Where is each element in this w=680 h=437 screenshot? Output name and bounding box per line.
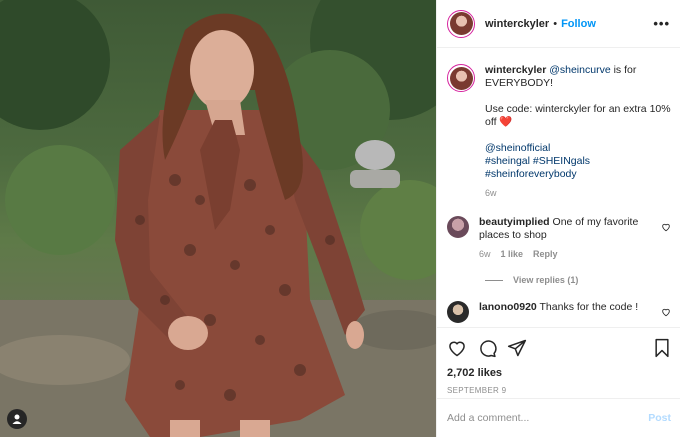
ellipsis-icon[interactable]: ••• [653,16,670,31]
comment-like-icon[interactable] [661,222,671,232]
caption-time[interactable]: 6w [485,187,497,200]
add-comment-bar: Post [437,398,680,437]
header-username[interactable]: winterckyler [485,18,549,30]
reply-button[interactable]: Reply [533,248,558,261]
tagged-user-icon[interactable] [7,409,27,429]
comment-item: beautyimplied One of my favorite places … [447,216,671,261]
action-icons [447,336,671,360]
comment-time[interactable]: 6w [479,248,491,261]
comment-username[interactable]: beautyimplied [479,216,550,228]
comment-text: Thanks for the code ! [536,301,639,313]
post-sidebar: winterckyler • Follow ••• winterckyler @… [436,0,680,437]
comment-body: lanono0920 Thanks for the code ! [479,301,649,314]
comment-likes[interactable]: 1 like [501,248,524,261]
view-replies-label[interactable]: View replies (1) [513,275,578,285]
comment-like-icon[interactable] [661,307,671,317]
comments-section: winterckyler @sheincurve is for EVERYBOD… [437,56,680,326]
comment-username[interactable]: lanono0920 [479,301,537,313]
share-icon[interactable] [507,338,527,358]
separator-dot: • [553,17,558,30]
commenter-avatar[interactable] [447,301,469,323]
caption-meta: 6w [485,187,671,200]
caption-hashtags-2[interactable]: #sheinforeverybody [485,168,577,180]
bookmark-icon[interactable] [653,338,671,358]
caption-hashtags-1[interactable]: #sheingal #SHEINgals [485,155,590,167]
avatar[interactable] [447,9,475,38]
commenter-avatar[interactable] [447,216,469,238]
person-icon [12,414,22,424]
comment-input[interactable] [447,412,649,424]
comment-item: lanono0920 Thanks for the code ! [447,301,671,323]
likes-count[interactable]: 2,702 likes [447,367,671,379]
caption-avatar[interactable] [447,64,475,92]
like-icon[interactable] [447,338,467,358]
view-replies-button[interactable]: View replies (1) [485,275,671,285]
heart-emoji: ❤️ [499,116,513,128]
caption: winterckyler @sheincurve is for EVERYBOD… [447,64,671,200]
comment-body: beautyimplied One of my favorite places … [479,216,649,261]
post-photo[interactable] [0,0,436,437]
caption-code-text: Use code: winterckyler for an extra 10% … [485,103,671,128]
post-button[interactable]: Post [648,412,671,424]
replies-divider [485,279,503,281]
comment-icon[interactable] [477,338,497,358]
caption-username[interactable]: winterckyler [485,64,546,76]
follow-button[interactable]: Follow [561,18,596,30]
photo-illustration [0,0,436,437]
caption-mention[interactable]: @sheincurve [549,64,610,76]
caption-body: winterckyler @sheincurve is for EVERYBOD… [485,64,671,200]
post-header: winterckyler • Follow ••• [437,0,680,48]
caption-tag-sheinofficial[interactable]: @sheinofficial [485,142,550,154]
post-date[interactable]: SEPTEMBER 9 [447,386,671,395]
post-actions: 2,702 likes SEPTEMBER 9 [437,327,680,395]
comment-meta: 6w 1 like Reply [479,248,649,261]
